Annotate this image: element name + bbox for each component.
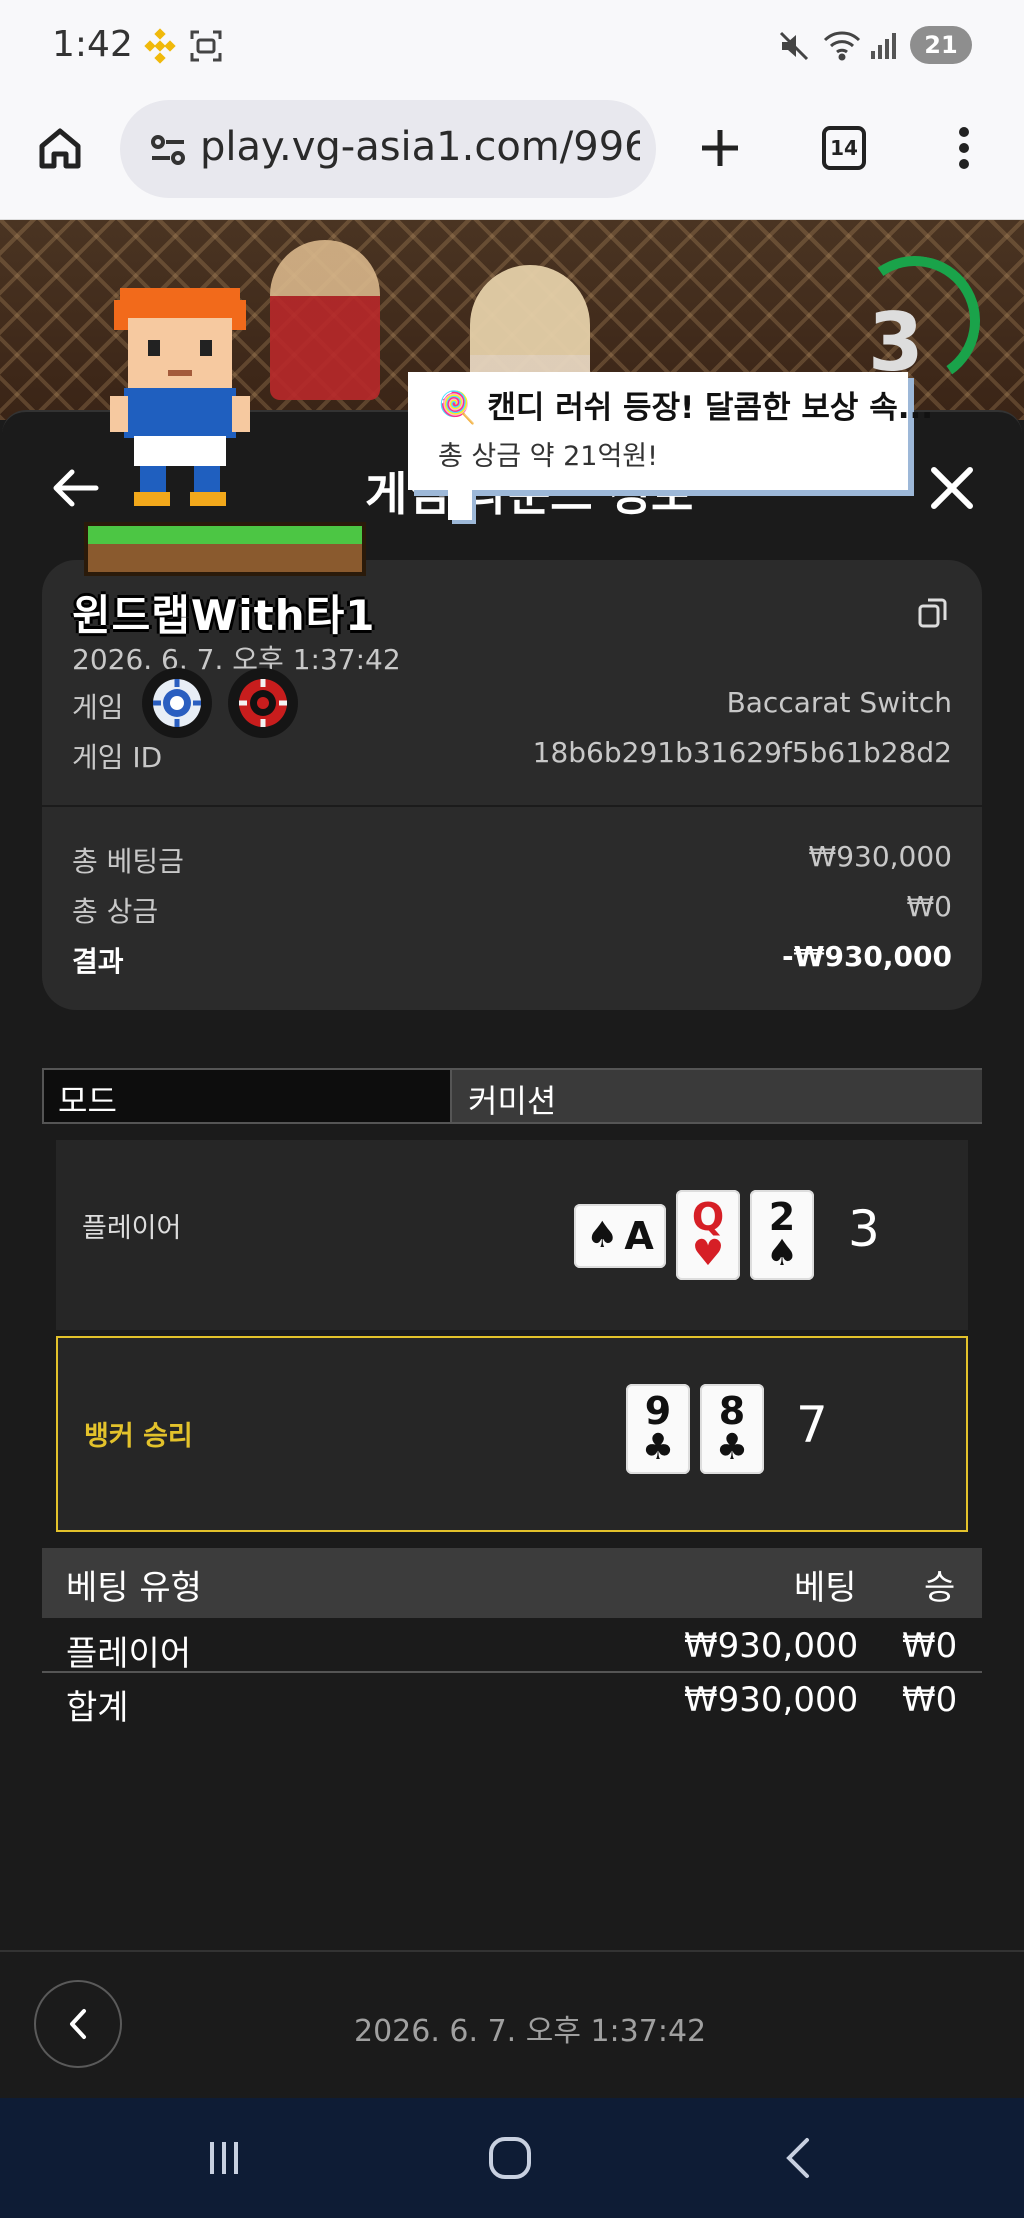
bet-type-header: 베팅 유형 bbox=[66, 1568, 202, 1608]
tab-count: 14 bbox=[822, 126, 866, 170]
close-icon[interactable] bbox=[930, 466, 974, 510]
status-bar: 1:42 21 bbox=[0, 0, 1024, 96]
browser-toolbar: play.vg-asia1.com/996 14 bbox=[0, 96, 1024, 220]
binance-icon bbox=[140, 26, 180, 66]
total-bet-value: ₩930,000 bbox=[808, 840, 952, 873]
logo: 윈드랩With타1 bbox=[72, 591, 376, 640]
player-hand-label: 플레이어 bbox=[82, 1213, 182, 1244]
total-bet-label: 총 베팅금 bbox=[72, 845, 184, 878]
new-tab-icon[interactable] bbox=[690, 118, 750, 178]
game-name-value: Baccarat Switch bbox=[726, 686, 952, 719]
bet-amount-header: 베팅 bbox=[794, 1568, 857, 1608]
copy-icon[interactable] bbox=[916, 596, 950, 634]
divider bbox=[42, 1671, 982, 1673]
signal-icon bbox=[866, 26, 902, 66]
playing-card: ♠ A bbox=[574, 1204, 666, 1268]
toast-subtitle: 총 상금 약 21억원! bbox=[438, 441, 658, 472]
game-label: 게임 bbox=[72, 691, 124, 724]
result-value: -₩930,000 bbox=[781, 940, 952, 973]
playing-card: Q ♥ bbox=[676, 1190, 740, 1280]
card-rank: 2 bbox=[768, 1195, 796, 1239]
player-total: 3 bbox=[848, 1200, 880, 1258]
more-menu-icon[interactable] bbox=[934, 118, 994, 178]
url-text[interactable]: play.vg-asia1.com/996 bbox=[200, 124, 640, 170]
battery-indicator: 21 bbox=[910, 26, 972, 64]
system-nav-bar bbox=[0, 2098, 1024, 2218]
banker-total: 7 bbox=[796, 1396, 828, 1454]
home-nav-icon[interactable] bbox=[480, 2128, 540, 2188]
game-id-label: 게임 ID bbox=[72, 741, 163, 774]
red-chip-icon bbox=[228, 668, 298, 738]
card-suit: ♣ bbox=[715, 1427, 749, 1468]
url-bar[interactable]: play.vg-asia1.com/996 bbox=[120, 100, 656, 198]
card-rank: Q bbox=[691, 1195, 725, 1239]
toast-title: 🍭 캔디 러쉬 등장! 달콤한 보상 속... bbox=[438, 390, 934, 426]
screenshot-icon bbox=[186, 26, 226, 66]
total-row-win: ₩0 bbox=[902, 1680, 958, 1720]
mode-value: 커미션 bbox=[452, 1070, 982, 1122]
total-row-amount: ₩930,000 bbox=[684, 1680, 859, 1720]
table-total-row: 합계 ₩930,000 ₩0 bbox=[42, 1674, 982, 1728]
card-rank: 9 bbox=[644, 1389, 672, 1433]
card-rank: 8 bbox=[718, 1389, 746, 1433]
card-suit: ♠ bbox=[765, 1233, 799, 1274]
banker-hand-label: 뱅커 승리 bbox=[84, 1421, 193, 1452]
grass-platform bbox=[84, 522, 366, 576]
card-suit: ♥ bbox=[691, 1233, 725, 1274]
wifi-icon bbox=[822, 26, 862, 66]
round-date: 2026. 6. 7. 오후 1:37:42 bbox=[72, 643, 401, 676]
dealer-figure bbox=[270, 240, 380, 400]
mode-row: 모드 커미션 bbox=[42, 1068, 982, 1124]
total-win-value: ₩0 bbox=[906, 890, 953, 923]
back-arrow-icon[interactable] bbox=[50, 468, 100, 508]
bet-row-type: 플레이어 bbox=[66, 1634, 192, 1674]
previous-round-button[interactable] bbox=[34, 1980, 122, 2068]
playing-card: 8 ♣ bbox=[700, 1384, 764, 1474]
site-settings-icon[interactable] bbox=[148, 130, 188, 174]
mascot-character bbox=[110, 288, 250, 506]
bet-table-header: 베팅 유형 베팅 승 bbox=[42, 1548, 982, 1618]
playing-card: 2 ♠ bbox=[750, 1190, 814, 1280]
chevron-left-icon bbox=[70, 2009, 86, 2039]
recent-apps-icon[interactable] bbox=[194, 2128, 254, 2188]
tab-switcher-button[interactable]: 14 bbox=[814, 118, 874, 178]
status-time: 1:42 bbox=[52, 24, 133, 65]
bet-row-win: ₩0 bbox=[902, 1626, 958, 1666]
total-win-label: 총 상금 bbox=[72, 895, 159, 928]
mode-label: 모드 bbox=[44, 1070, 452, 1122]
home-icon[interactable] bbox=[30, 118, 90, 178]
blue-chip-icon bbox=[142, 668, 212, 738]
result-label: 결과 bbox=[72, 945, 124, 978]
bet-row-amount: ₩930,000 bbox=[684, 1626, 859, 1666]
card-suit: ♣ bbox=[641, 1427, 675, 1468]
total-row-type: 합계 bbox=[66, 1688, 129, 1728]
mute-icon bbox=[776, 26, 812, 66]
playing-card: 9 ♣ bbox=[626, 1384, 690, 1474]
card-suit: ♠ bbox=[586, 1215, 619, 1256]
banker-hand: 뱅커 승리 9 ♣ 8 ♣ 7 bbox=[56, 1336, 968, 1532]
table-row: 플레이어 ₩930,000 ₩0 bbox=[42, 1618, 982, 1674]
back-nav-icon[interactable] bbox=[768, 2128, 828, 2188]
card-rank: A bbox=[624, 1214, 654, 1258]
divider bbox=[0, 1950, 1024, 1952]
bet-win-header: 승 bbox=[924, 1568, 956, 1608]
player-hand: 플레이어 ♠ A Q ♥ 2 ♠ 3 bbox=[56, 1140, 968, 1330]
game-id-value: 18b6b291b31629f5b61b28d2 bbox=[532, 736, 952, 769]
promo-toast[interactable]: 🍭 캔디 러쉬 등장! 달콤한 보상 속... 총 상금 약 21억원! bbox=[408, 372, 933, 490]
toast-tail bbox=[448, 490, 472, 520]
divider bbox=[42, 805, 982, 807]
footer-date: 2026. 6. 7. 오후 1:37:42 bbox=[354, 2014, 707, 2049]
